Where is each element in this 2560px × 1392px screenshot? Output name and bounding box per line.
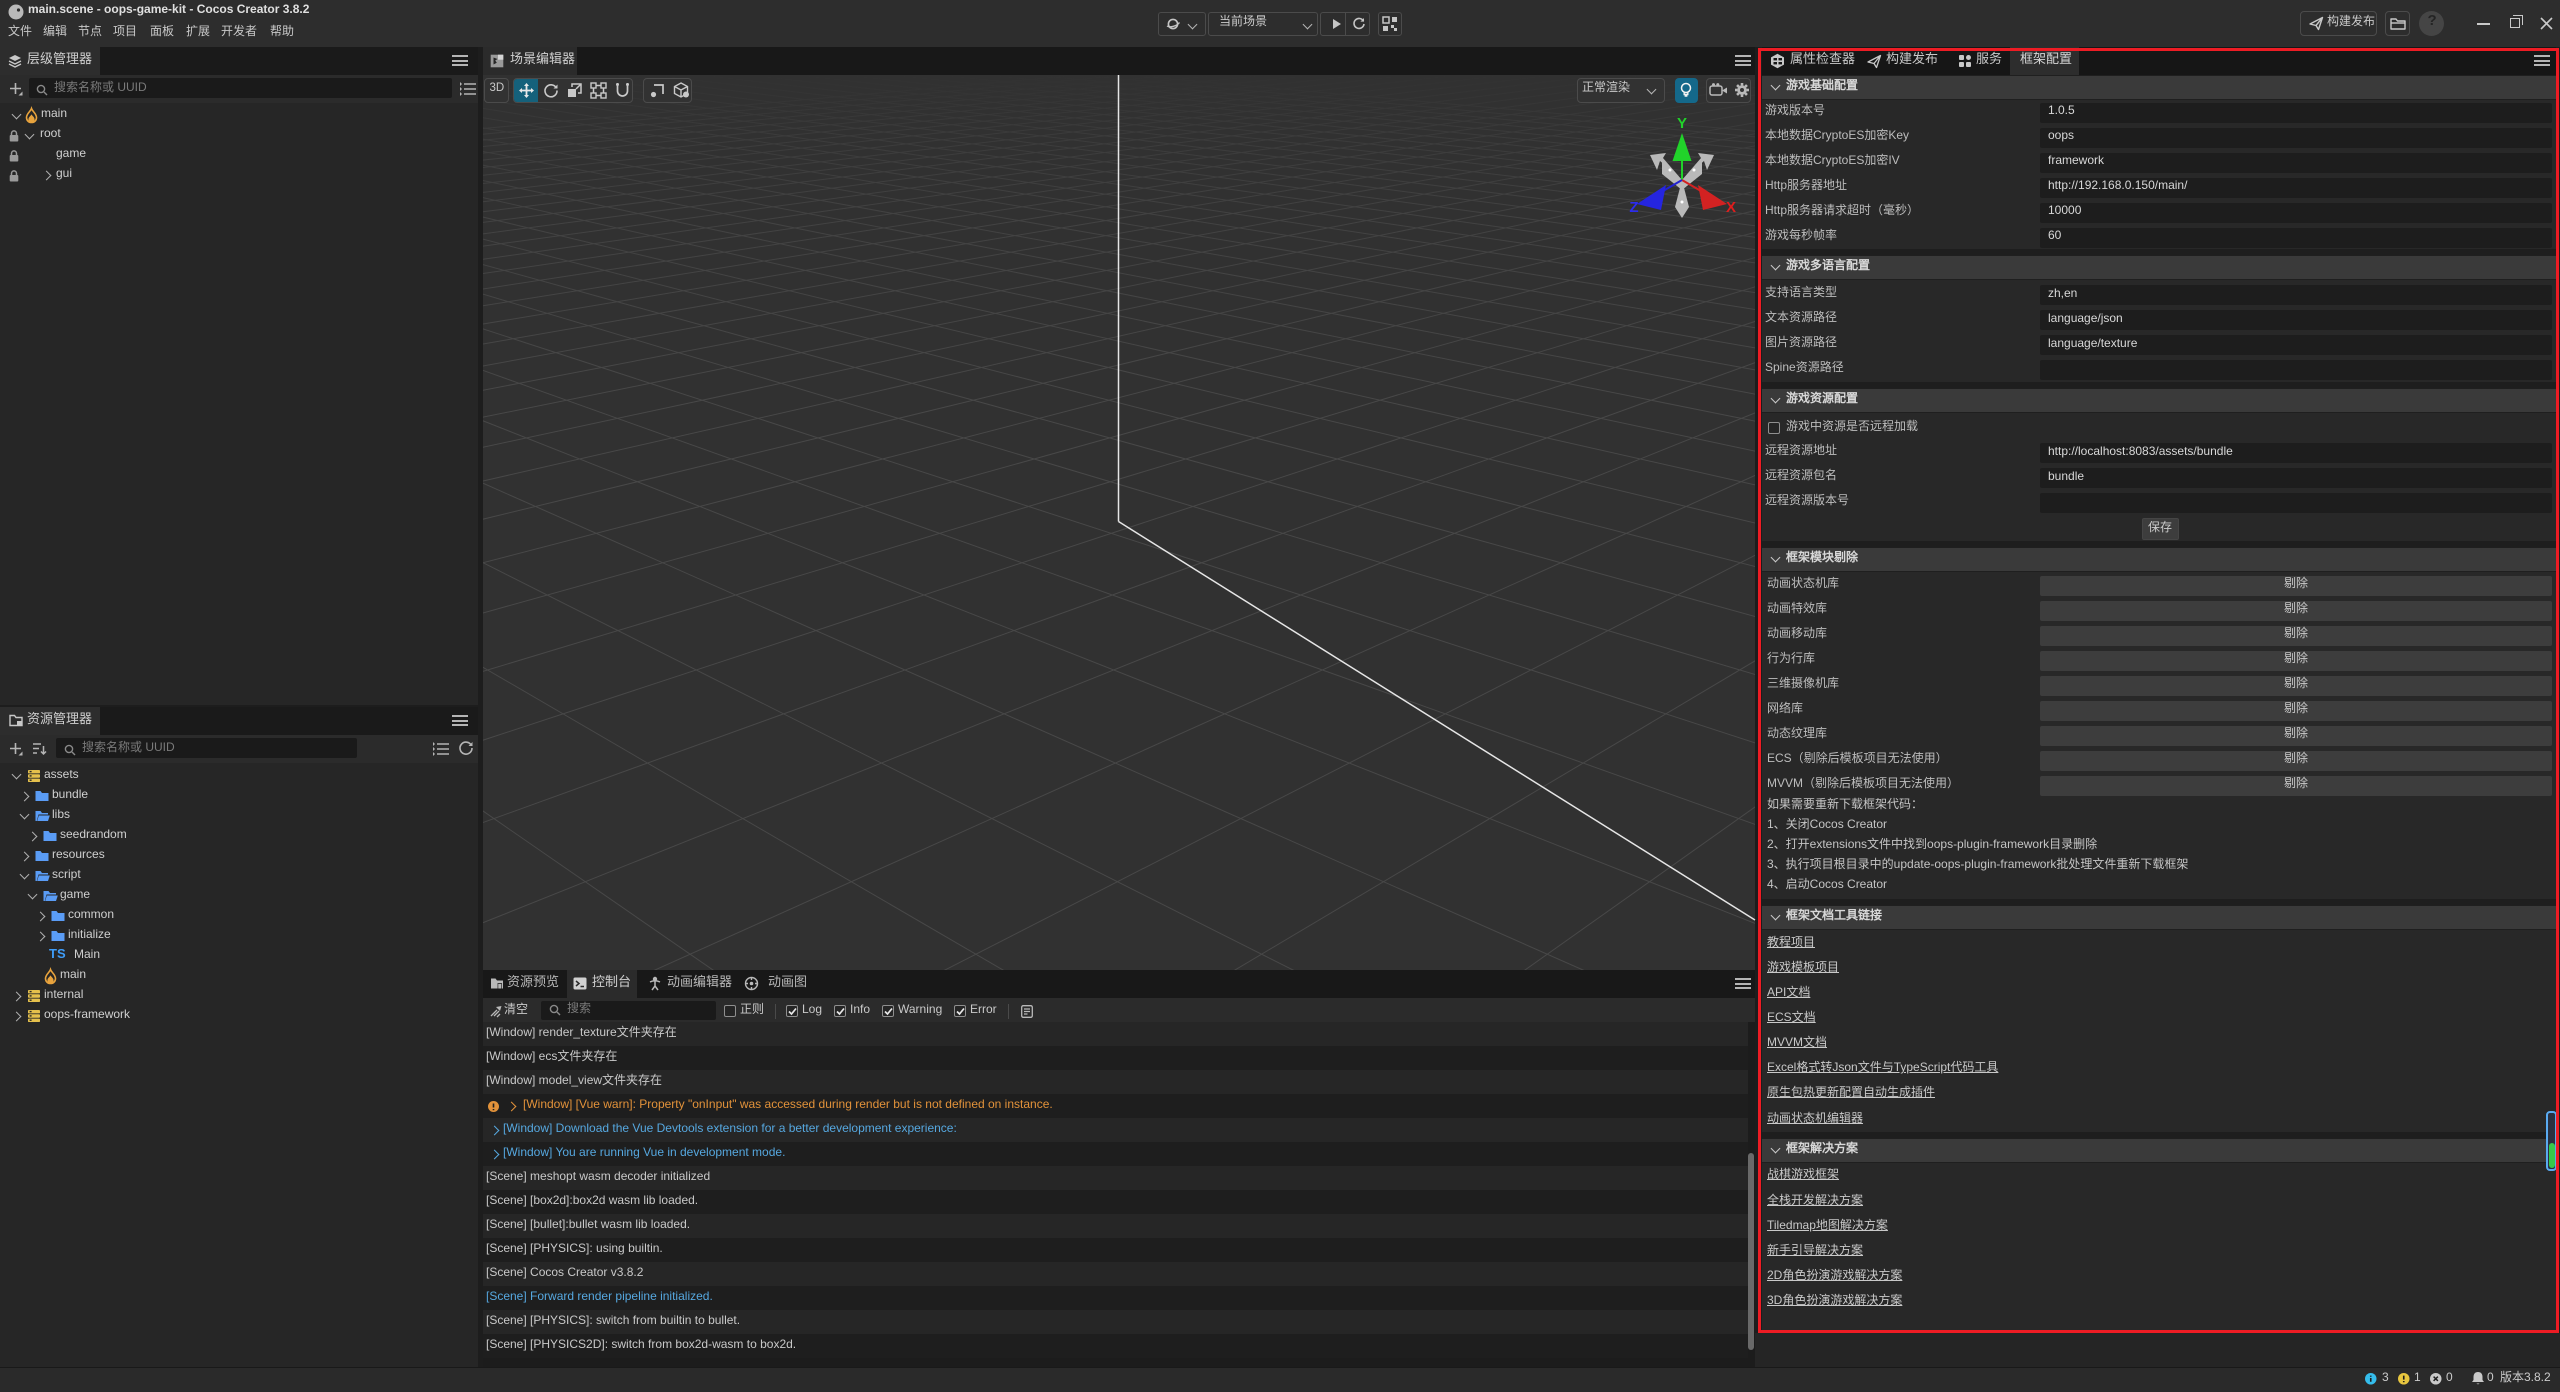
svg-text:Z: Z <box>1629 199 1638 216</box>
svg-text:Y: Y <box>1677 115 1687 132</box>
svg-text:X: X <box>1726 199 1736 216</box>
